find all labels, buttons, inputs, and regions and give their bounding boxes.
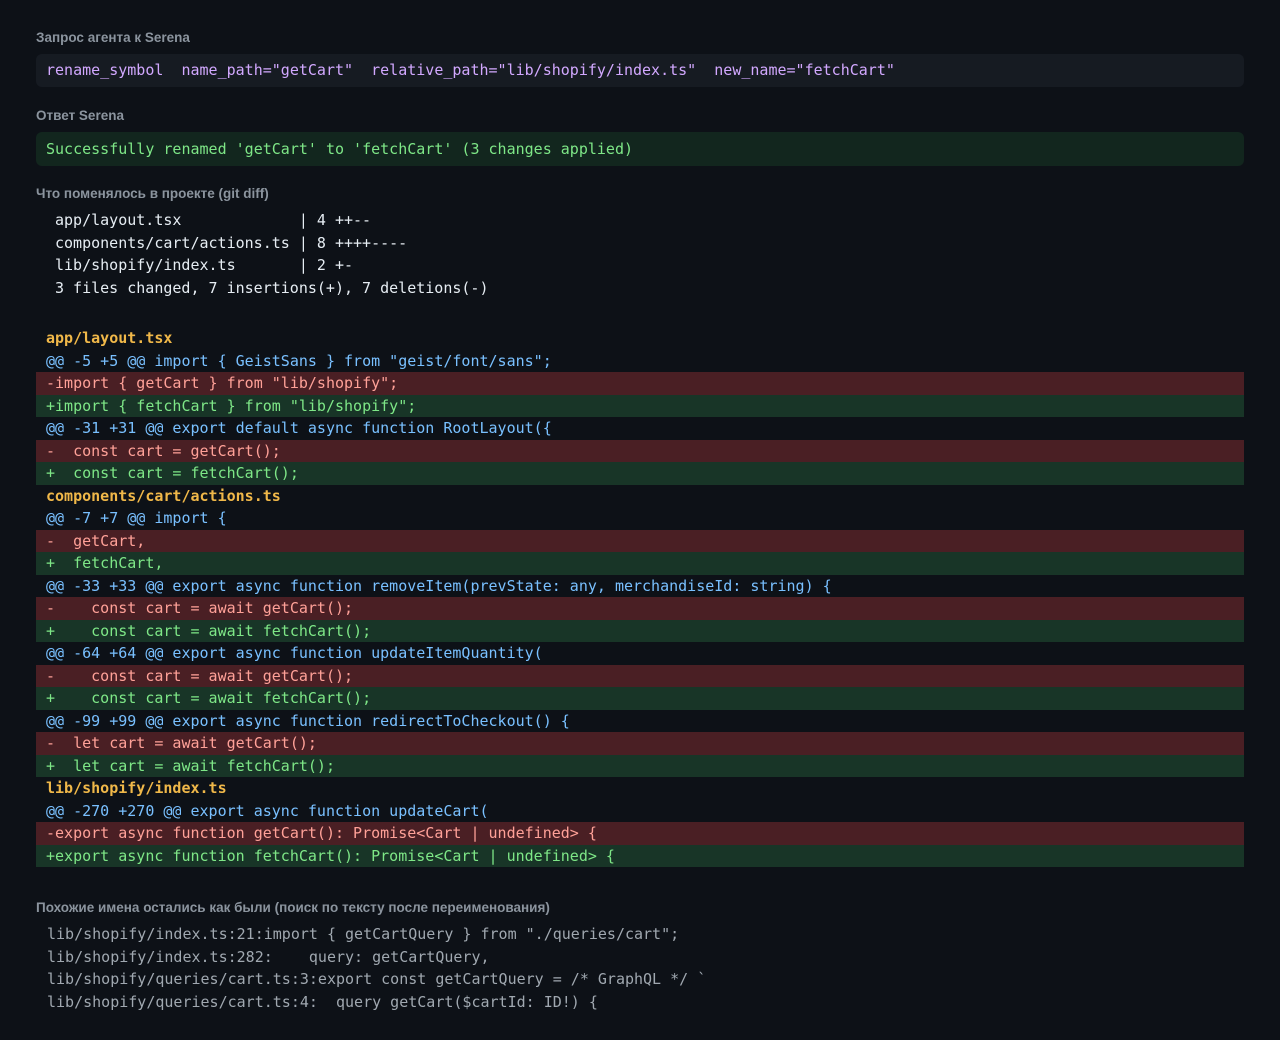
diff-hunk-header: @@ -64 +64 @@ export async function upda… [46, 644, 543, 662]
diff-added-line: +import { fetchCart } from "lib/shopify"… [36, 394, 1244, 417]
diff-hunk-header: @@ -33 +33 @@ export async function remo… [46, 576, 832, 595]
request-command-block: rename_symbol name_path="getCart" relati… [36, 54, 1244, 87]
diff-added-line: + const cart = await fetchCart(); [36, 687, 1244, 710]
diff-deleted-line: - let cart = await getCart(); [36, 732, 1244, 755]
response-message-block: Successfully renamed 'getCart' to 'fetch… [36, 132, 1244, 166]
diff-file-header: components/cart/actions.ts [46, 486, 281, 505]
similar-names-section-label: Похожие имена остались как были (поиск п… [36, 900, 550, 915]
grep-result-line: lib/shopify/index.ts:282: query: getCart… [47, 947, 490, 966]
grep-result-line: lib/shopify/queries/cart.ts:3:export con… [47, 970, 707, 988]
diff-stat-line: app/layout.tsx | 4 ++-- [55, 211, 372, 229]
diff-hunk-header: @@ -99 +99 @@ export async function redi… [46, 711, 570, 730]
grep-results-block: lib/shopify/index.ts:21:import { getCart… [36, 923, 1244, 1013]
diff-deleted-line: - getCart, [36, 529, 1244, 552]
diff-deleted-line: - const cart = await getCart(); [36, 597, 1244, 620]
diff-added-line: + const cart = await fetchCart(); [36, 619, 1244, 642]
diff-hunk-header: @@ -5 +5 @@ import { GeistSans } from "g… [46, 351, 552, 370]
diff-hunk-header: @@ -270 +270 @@ export async function up… [46, 801, 489, 820]
diff-added-line: + const cart = fetchCart(); [36, 462, 1244, 485]
diff-block: app/layout.tsx @@ -5 +5 @@ import { Geis… [36, 327, 1244, 867]
diff-stat-line: components/cart/actions.ts | 8 ++++---- [55, 233, 408, 252]
diff-added-line: + fetchCart, [36, 552, 1244, 575]
response-section-label: Ответ Serena [36, 108, 124, 123]
diff-added-line: + let cart = await fetchCart(); [36, 754, 1244, 777]
grep-result-line: lib/shopify/index.ts:21:import { getCart… [47, 925, 680, 943]
diff-file-header: lib/shopify/index.ts [46, 779, 227, 797]
diff-section-label: Что поменялось в проекте (git diff) [36, 186, 269, 201]
diff-deleted-line: - const cart = await getCart(); [36, 664, 1244, 687]
request-section-label: Запрос агента к Serena [36, 30, 190, 45]
diff-deleted-line: -import { getCart } from "lib/shopify"; [36, 372, 1244, 395]
diff-stat-line: lib/shopify/index.ts | 2 +- [55, 256, 354, 275]
grep-result-line: lib/shopify/queries/cart.ts:4: query get… [47, 992, 598, 1011]
diff-deleted-line: - const cart = getCart(); [36, 439, 1244, 462]
diff-stat-summary: 3 files changed, 7 insertions(+), 7 dele… [55, 278, 489, 297]
diff-hunk-header: @@ -7 +7 @@ import { [46, 509, 227, 527]
diff-stat-block: app/layout.tsx | 4 ++-- components/cart/… [36, 209, 1244, 299]
diff-added-line: +export async function fetchCart(): Prom… [36, 844, 1244, 867]
diff-deleted-line: -export async function getCart(): Promis… [36, 822, 1244, 845]
diff-file-header: app/layout.tsx [46, 329, 173, 347]
diff-hunk-header: @@ -31 +31 @@ export default async funct… [46, 419, 552, 437]
